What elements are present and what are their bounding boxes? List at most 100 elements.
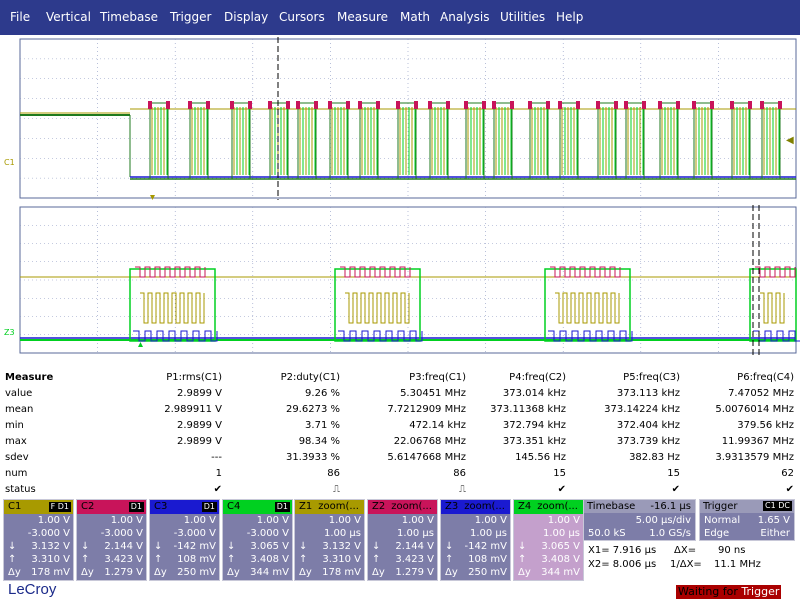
panel-header: Z1 zoom(... [295, 500, 364, 514]
panel-arrow-icon: ↑ [8, 554, 17, 565]
measure-cell: ⎍ [333, 484, 340, 495]
measure-row-min: min 2.9899 V 3.71 % 472.14 kHz 372.794 kHz 37… [0, 420, 800, 434]
panel-d: 178 mV [322, 567, 361, 578]
menu-measure[interactable]: Measure [337, 10, 388, 24]
top-waveform-grid[interactable]: C1 ◀ [0, 37, 800, 200]
panel-arrow-icon: ↓ [227, 541, 236, 552]
menu-timebase[interactable]: Timebase [100, 10, 158, 24]
measure-header-1[interactable]: P1:rms(C1) [166, 372, 222, 383]
cursor-dx-label: ΔX= [674, 545, 697, 556]
panel-offset: -3.000 V [100, 528, 143, 539]
panel-offset: -3.000 V [173, 528, 216, 539]
measure-row-label: sdev [5, 452, 29, 463]
c2-pulse [206, 101, 210, 109]
c2-pulse [614, 101, 618, 109]
c2-pulse [346, 101, 350, 109]
c2-pulse [148, 101, 152, 109]
zoom-z4-panel[interactable]: Z4 zoom(... 1.00 V 1.00 µs 3.065 V 3.408 V 344… [513, 499, 584, 581]
measure-header-4[interactable]: P4:freq(C2) [509, 372, 566, 383]
panel-arrow-icon: ↑ [154, 554, 163, 565]
measure-cell: 3.9313579 MHz [715, 452, 794, 463]
channel-c2-panel[interactable]: C2 D1 1.00 V -3.000 V 2.144 V 3.423 V 1.279 V ↓… [76, 499, 147, 581]
measure-cell: 86 [327, 468, 340, 479]
menu-trigger[interactable]: Trigger [170, 10, 211, 24]
zoom-z1-panel[interactable]: Z1 zoom(... 1.00 V 1.00 µs 3.132 V 3.310 V 178… [294, 499, 365, 581]
measure-cell: 15 [667, 468, 680, 479]
panel-arrow-icon: ↓ [372, 541, 381, 552]
measure-header-2[interactable]: P2:duty(C1) [281, 372, 340, 383]
c2-pulse [710, 101, 714, 109]
zoom-c2-burst [550, 266, 621, 278]
panel-scale: 1.00 V [328, 515, 361, 526]
panel-header: C4 D1 [223, 500, 292, 514]
c2-pulse [778, 101, 782, 109]
c2-pulse [446, 101, 450, 109]
menu-vertical[interactable]: Vertical [46, 10, 91, 24]
measure-cell: 382.83 Hz [629, 452, 680, 463]
c2-pulse [558, 101, 562, 109]
panel-scale: 1.00 V [474, 515, 507, 526]
panel-arrow-icon: ↑ [445, 554, 454, 565]
menu-utilities[interactable]: Utilities [500, 10, 545, 24]
measure-cell: 2.9899 V [176, 436, 222, 447]
panel-arrow-icon: ↓ [299, 541, 308, 552]
measure-cell: 373.14224 kHz [604, 404, 680, 415]
measure-row-mean: mean 2.989911 V 29.6273 % 7.7212909 MHz 373.… [0, 404, 800, 418]
trigger-panel[interactable]: Trigger C1 DC Normal 1.65 V Edge Either [699, 499, 795, 541]
zoom-z2-panel[interactable]: Z2 zoom(... 1.00 V 1.00 µs 2.144 V 3.423 V 1.2… [367, 499, 438, 581]
c2-pulse [414, 101, 418, 109]
panel-scale: 1.00 V [401, 515, 434, 526]
panel-tag: D1 [201, 502, 217, 512]
panel-arrow-icon: Δy [372, 567, 385, 578]
panel-d: 250 mV [177, 567, 216, 578]
c2-pulse [188, 101, 192, 109]
panel-title: zoom(... [391, 501, 432, 512]
measure-row-status: status ✔ ⎍ ⎍ ✔ ✔ ✔ [0, 484, 800, 498]
c2-pulse [428, 101, 432, 109]
channel-c3-panel[interactable]: C3 D1 1.00 V -3.000 V -142 mV 108 mV 250 mV ↓ ↑ Δ… [149, 499, 220, 581]
panel-a: 3.065 V [541, 541, 580, 552]
panel-header: C1 F D1 [4, 500, 73, 514]
measure-header-6[interactable]: P6:freq(C4) [737, 372, 794, 383]
panel-name: Z2 [372, 501, 386, 512]
panel-header: C3 D1 [150, 500, 219, 514]
panel-arrow-icon: Δy [81, 567, 94, 578]
measure-cell: --- [211, 452, 222, 463]
timebase-panel[interactable]: Timebase -16.1 µs 5.00 µs/div 50.0 kS 1.… [583, 499, 696, 541]
menu-help[interactable]: Help [556, 10, 583, 24]
measure-row-label: num [5, 468, 28, 479]
menu-display[interactable]: Display [224, 10, 268, 24]
panel-arrow-icon: ↑ [299, 554, 308, 565]
c2-pulse [676, 101, 680, 109]
panel-arrow-icon: ↓ [154, 541, 163, 552]
timebase-samples: 50.0 kS [588, 528, 626, 539]
panel-a: -142 mV [464, 541, 507, 552]
measure-cell: 373.113 kHz [616, 388, 680, 399]
menu-file[interactable]: File [10, 10, 30, 24]
cursor-inv-dx-label: 1/ΔX= [670, 559, 702, 570]
panel-d: 344 mV [541, 567, 580, 578]
trigger-mode: Normal [704, 515, 741, 526]
channel-c1-panel[interactable]: C1 F D1 1.00 V -3.000 V 3.132 V 3.310 V 178 mV… [3, 499, 74, 581]
c2-pulse [510, 101, 514, 109]
measure-header-5[interactable]: P5:freq(C3) [623, 372, 680, 383]
trigger-slope: Either [760, 528, 790, 539]
measure-cell: 372.794 kHz [502, 420, 566, 431]
panel-arrow-icon: Δy [299, 567, 312, 578]
panel-arrow-icon: Δy [518, 567, 531, 578]
menu-analysis[interactable]: Analysis [440, 10, 489, 24]
panel-a: 2.144 V [104, 541, 143, 552]
measure-cell: 5.0076014 MHz [715, 404, 794, 415]
measure-cell: 2.989911 V [164, 404, 222, 415]
menu-math[interactable]: Math [400, 10, 430, 24]
c2-pulse [358, 101, 362, 109]
panel-name: C1 [8, 501, 22, 512]
timebase-rate: 1.0 GS/s [649, 528, 691, 539]
measure-cell: 5.6147668 MHz [387, 452, 466, 463]
zoom-z3-panel[interactable]: Z3 zoom(... 1.00 V 1.00 µs -142 mV 108 mV 250 … [440, 499, 511, 581]
menu-cursors[interactable]: Cursors [279, 10, 325, 24]
channel-c4-panel[interactable]: C4 D1 1.00 V -3.000 V 3.065 V 3.408 V 344 mV ↓ ↑… [222, 499, 293, 581]
c2-pulse [760, 101, 764, 109]
measure-header-3[interactable]: P3:freq(C1) [409, 372, 466, 383]
zoom-waveform-grid[interactable]: Z3 [0, 205, 800, 355]
